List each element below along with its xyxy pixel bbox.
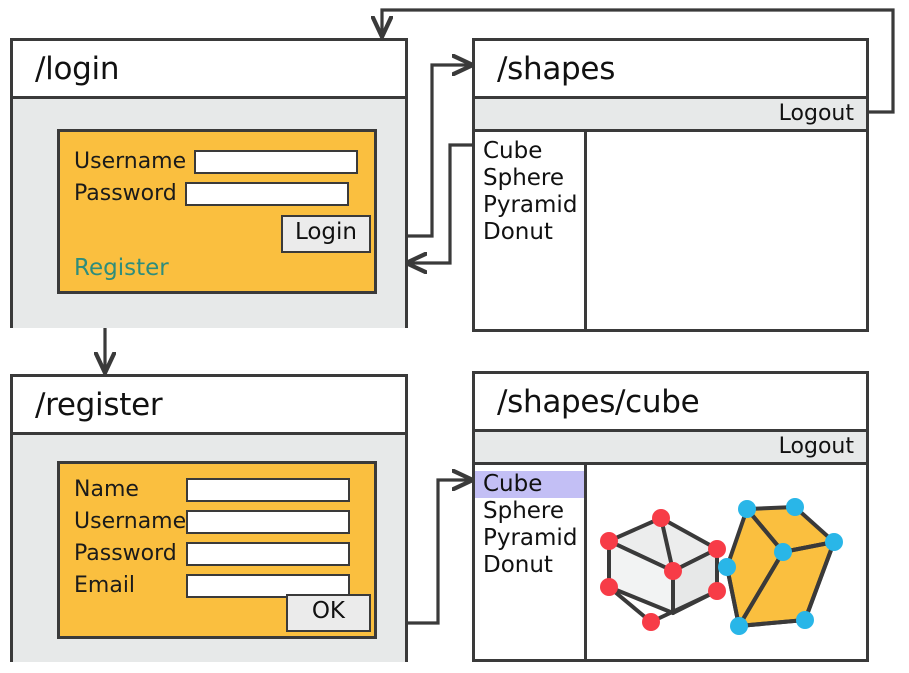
- password-input[interactable]: [184, 182, 349, 206]
- logout-button[interactable]: Logout: [779, 103, 854, 125]
- field-row-username: Username: [74, 510, 350, 534]
- password-input[interactable]: [186, 542, 350, 566]
- field-row-username: Username: [74, 149, 359, 174]
- shape-list-item-cube[interactable]: Cube: [475, 471, 584, 498]
- shape-list: Cube Sphere Pyramid Donut: [475, 465, 587, 659]
- label-password: Password: [74, 181, 177, 206]
- toolbar-shapes-cube: Logout: [475, 432, 866, 465]
- username-input[interactable]: [186, 510, 350, 534]
- cube-wireframe-red: [600, 509, 726, 631]
- username-input[interactable]: [194, 150, 359, 174]
- label-name: Name: [74, 477, 139, 502]
- page-title-shapes-cube: /shapes/cube: [475, 374, 866, 432]
- cube-render-area: [600, 498, 843, 635]
- panel-shapes-cube: /shapes/cube Logout Cube Sphere Pyramid …: [472, 371, 869, 662]
- page-title-register: /register: [13, 377, 405, 435]
- page-title-login: /login: [13, 41, 405, 99]
- shape-list-item-pyramid[interactable]: Pyramid: [475, 192, 584, 219]
- cube-wireframe-blue: [718, 498, 843, 635]
- panel-register: /register Name Username Password Email O…: [10, 374, 408, 662]
- diagram-canvas: /login Username Password Login Register: [0, 0, 909, 673]
- panel-shapes: /shapes Logout Cube Sphere Pyramid Donut: [472, 38, 869, 332]
- field-row-name: Name: [74, 478, 350, 502]
- name-input[interactable]: [186, 478, 350, 502]
- shape-list-item-donut[interactable]: Donut: [475, 552, 584, 579]
- shape-list: Cube Sphere Pyramid Donut: [475, 132, 587, 329]
- shape-viewport-empty: [587, 132, 866, 329]
- login-form: Username Password Login Register: [57, 129, 377, 294]
- register-link[interactable]: Register: [74, 257, 169, 280]
- login-submit-button[interactable]: Login: [280, 215, 371, 253]
- shape-list-item-sphere[interactable]: Sphere: [475, 498, 584, 525]
- panel-login: /login Username Password Login Register: [10, 38, 408, 328]
- field-row-password: Password: [74, 182, 358, 206]
- label-email: Email: [74, 573, 136, 598]
- page-title-shapes: /shapes: [475, 41, 866, 99]
- shapes-shell: Cube Sphere Pyramid Donut: [475, 132, 866, 329]
- shape-list-item-donut[interactable]: Donut: [475, 219, 584, 246]
- register-form: Name Username Password Email OK: [57, 461, 377, 639]
- field-row-password: Password: [74, 542, 350, 566]
- panel-body-login: Username Password Login Register: [13, 99, 405, 328]
- label-password: Password: [74, 541, 177, 566]
- toolbar-shapes: Logout: [475, 99, 866, 132]
- panel-body-register: Name Username Password Email OK: [13, 435, 405, 662]
- shape-viewport[interactable]: [587, 465, 866, 659]
- label-username: Username: [74, 149, 187, 174]
- shape-list-item-sphere[interactable]: Sphere: [475, 165, 584, 192]
- logout-button[interactable]: Logout: [779, 436, 854, 458]
- shape-list-item-cube[interactable]: Cube: [475, 138, 584, 165]
- register-submit-button[interactable]: OK: [285, 594, 371, 632]
- shapes-cube-shell: Cube Sphere Pyramid Donut: [475, 465, 866, 659]
- wire-shapes-list-to-login: [407, 143, 472, 263]
- shape-list-item-pyramid[interactable]: Pyramid: [475, 525, 584, 552]
- label-username: Username: [74, 509, 187, 534]
